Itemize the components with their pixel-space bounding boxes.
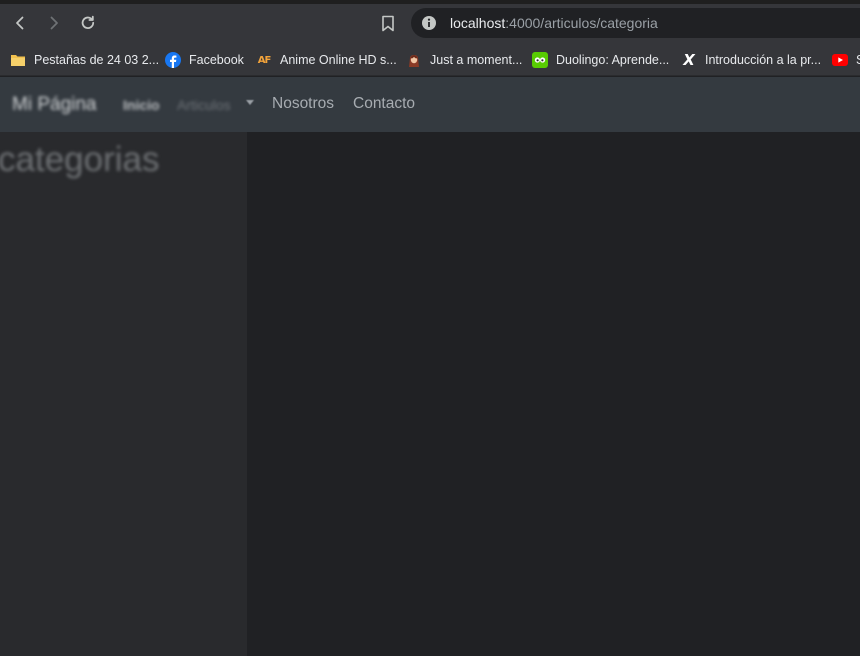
- info-icon[interactable]: [421, 15, 437, 31]
- bookmarks-bar: Pestañas de 24 03 2... Facebook AF Anime…: [0, 45, 860, 76]
- duolingo-icon: [532, 52, 548, 68]
- youtube-icon: [832, 52, 848, 68]
- bookmark-duolingo[interactable]: Duolingo: Aprende...: [532, 49, 669, 71]
- facebook-icon: [165, 52, 181, 68]
- bookmark-label: Just a moment...: [430, 53, 523, 67]
- url-host: localhost: [450, 15, 506, 31]
- character-avatar-icon: [406, 52, 422, 68]
- nav-link-inicio[interactable]: Inicio: [123, 97, 160, 113]
- bookmark-label: Duolingo: Aprende...: [556, 53, 670, 67]
- bookmark-anime-online[interactable]: AF Anime Online HD s...: [256, 49, 397, 71]
- x-logo-icon: X: [683, 51, 695, 69]
- browser-toolbar: localhost:4000/articulos/categoria: [0, 0, 860, 45]
- af-logo-icon: AF: [257, 54, 272, 66]
- bookmark-label: S: [856, 53, 860, 67]
- address-bar[interactable]: localhost:4000/articulos/categoria: [411, 8, 860, 38]
- bookmark-label: Facebook: [189, 53, 244, 67]
- bookmark-icon: [382, 15, 394, 31]
- site-brand[interactable]: Mi Página: [12, 94, 97, 116]
- back-button[interactable]: [8, 11, 32, 35]
- nav-dropdown-articulos[interactable]: Articulos: [177, 97, 231, 113]
- forward-arrow-icon: [50, 16, 58, 30]
- bookmark-label: Anime Online HD s...: [280, 53, 397, 67]
- window-top-edge: [0, 0, 860, 4]
- site-navbar: Mi Página Inicio Articulos Nosotros Cont…: [0, 77, 860, 132]
- bookmark-facebook[interactable]: Facebook: [165, 49, 244, 71]
- sidebar: categorias: [0, 132, 247, 656]
- reload-icon: [81, 15, 95, 29]
- url-path: :4000/articulos/categoria: [505, 15, 658, 31]
- bookmark-folder-pestanas[interactable]: Pestañas de 24 03 2...: [10, 49, 159, 71]
- bookmark-just-a-moment[interactable]: Just a moment...: [406, 49, 522, 71]
- forward-button[interactable]: [42, 11, 66, 35]
- folder-icon: [10, 52, 26, 68]
- bookmark-label: Introducción a la pr...: [705, 53, 822, 67]
- sidebar-heading: categorias: [0, 140, 160, 179]
- bookmark-introduccion[interactable]: X Introducción a la pr...: [681, 49, 821, 71]
- main-content: [247, 132, 860, 656]
- back-arrow-icon: [16, 16, 24, 30]
- reload-button[interactable]: [76, 11, 100, 35]
- nav-link-contacto[interactable]: Contacto: [353, 95, 415, 113]
- bookmark-label: Pestañas de 24 03 2...: [34, 53, 160, 67]
- bookmark-page-button[interactable]: [377, 12, 399, 34]
- dropdown-caret-icon[interactable]: [246, 100, 254, 105]
- bookmark-youtube[interactable]: S: [832, 49, 860, 71]
- url-text[interactable]: localhost:4000/articulos/categoria: [450, 15, 658, 31]
- nav-link-nosotros[interactable]: Nosotros: [272, 95, 334, 113]
